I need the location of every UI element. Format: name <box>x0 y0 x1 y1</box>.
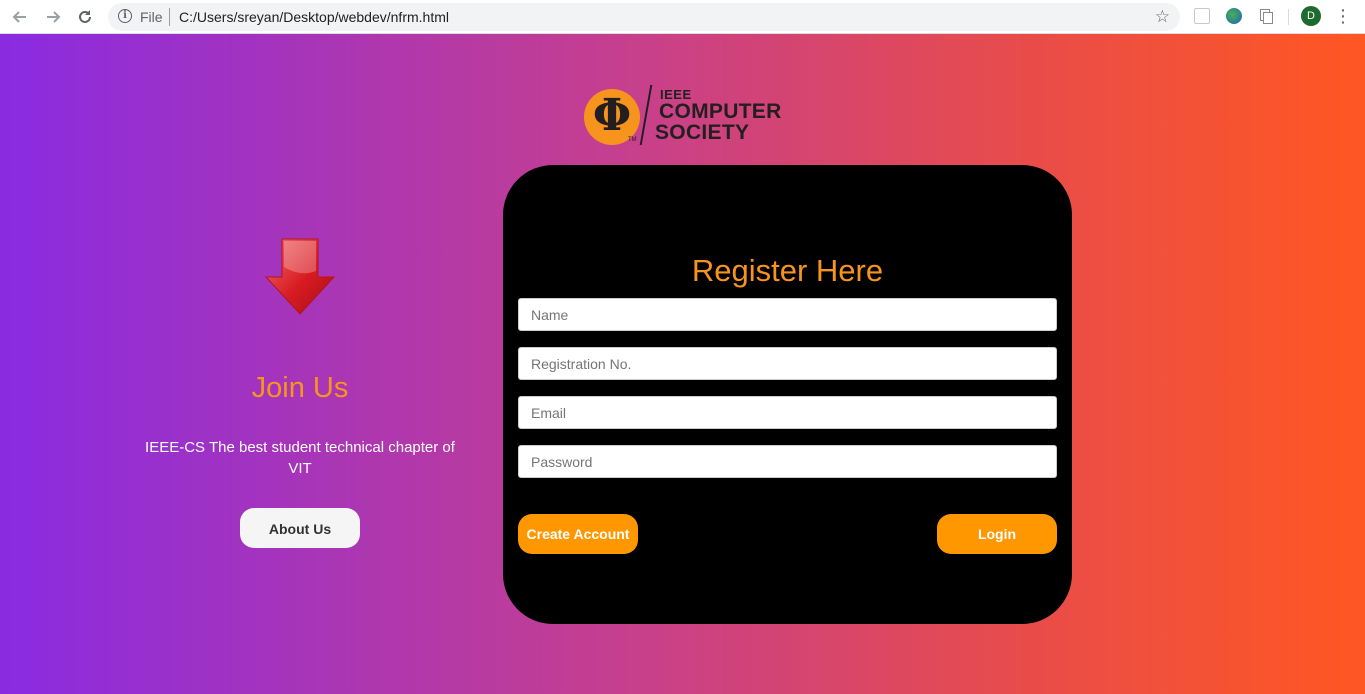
arrow-right-icon <box>47 11 61 23</box>
register-title: Register Here <box>691 253 884 288</box>
star-icon[interactable]: ☆ <box>1155 7 1170 27</box>
copy-extension-icon[interactable] <box>1258 8 1274 24</box>
logo-line2: SOCIETY <box>655 121 750 144</box>
registration-number-field[interactable] <box>518 347 1057 380</box>
create-account-button[interactable]: Create Account <box>518 514 638 554</box>
page-background: Φ TM IEEE COMPUTER SOCIETY Join Us IEEE-… <box>0 34 1365 694</box>
password-field[interactable] <box>518 445 1057 478</box>
join-us-title: Join Us <box>251 372 349 404</box>
globe-extension-icon[interactable] <box>1226 8 1242 24</box>
arrow-left-icon <box>12 11 26 23</box>
logo-phi-symbol: Φ <box>592 90 632 141</box>
forward-button[interactable] <box>41 5 65 29</box>
profile-avatar[interactable]: D <box>1301 6 1321 26</box>
kebab-menu-icon[interactable]: ⋮ <box>1334 5 1352 27</box>
logo-trademark: TM <box>628 137 637 143</box>
extension-icon[interactable] <box>1194 8 1210 24</box>
scheme-label: File <box>140 9 163 25</box>
reload-button[interactable] <box>73 5 97 29</box>
email-field[interactable] <box>518 396 1057 429</box>
reload-icon <box>79 10 91 23</box>
browser-toolbar: i File C:/Users/sreyan/Desktop/webdev/nf… <box>0 0 1365 34</box>
back-button[interactable] <box>8 5 32 29</box>
register-card: Register Here Create Account Login <box>503 165 1072 624</box>
login-button[interactable]: Login <box>937 514 1057 554</box>
toolbar-separator <box>1288 9 1289 25</box>
about-us-button[interactable]: About Us <box>240 508 360 548</box>
down-arrow-icon <box>264 238 336 315</box>
ieee-cs-logo: Φ TM IEEE COMPUTER SOCIETY <box>584 85 784 147</box>
url-text[interactable]: C:/Users/sreyan/Desktop/webdev/nfrm.html <box>179 9 449 25</box>
info-icon[interactable]: i <box>118 9 132 23</box>
name-field[interactable] <box>518 298 1057 331</box>
logo-slash <box>639 85 653 145</box>
chapter-description: IEEE-CS The best student technical chapt… <box>145 439 455 477</box>
address-bar[interactable]: i File C:/Users/sreyan/Desktop/webdev/nf… <box>108 3 1180 31</box>
omnibox-separator <box>169 8 170 26</box>
